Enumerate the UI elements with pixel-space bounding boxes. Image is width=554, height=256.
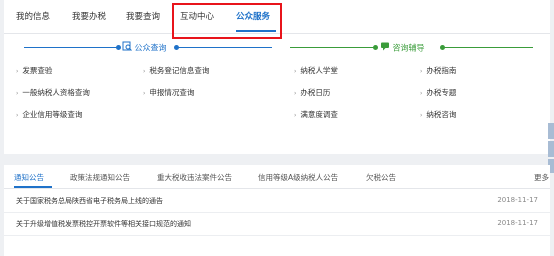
notice-tabs: 通知公告 政策法规通知公告 重大税收违法案件公告 信用等级A级纳税人公告 欠税公… bbox=[4, 165, 550, 189]
link-tax-calendar[interactable]: › 办税日历 bbox=[294, 87, 330, 99]
chevron-right-icon: › bbox=[16, 90, 19, 97]
consult-header: 咨询辅导 bbox=[380, 41, 425, 53]
link-general-taxpayer-query[interactable]: › 一般纳税人资格查询 bbox=[16, 87, 90, 99]
chevron-right-icon: › bbox=[143, 90, 146, 97]
consult-title: 咨询辅导 bbox=[392, 43, 425, 53]
active-tab-indicator bbox=[14, 186, 52, 188]
tab-violation-cases[interactable]: 重大税收违法案件公告 bbox=[157, 172, 232, 184]
divider-line bbox=[290, 47, 376, 48]
divider-line bbox=[24, 47, 119, 48]
link-tax-registration-query[interactable]: › 税务登记信息查询 bbox=[143, 65, 209, 77]
link-declaration-query[interactable]: › 申报情况查询 bbox=[143, 87, 194, 99]
divider-line bbox=[177, 47, 272, 48]
news-title[interactable]: 关于国家税务总局陕西省电子税务局上线的通告 bbox=[16, 196, 163, 206]
tab-a-level-taxpayers[interactable]: 信用等级A级纳税人公告 bbox=[258, 172, 338, 184]
public-query-title: 公众查询 bbox=[134, 43, 167, 53]
link-tax-topics[interactable]: › 办税专题 bbox=[420, 87, 456, 99]
tab-notices[interactable]: 通知公告 bbox=[14, 172, 44, 184]
chevron-right-icon: › bbox=[16, 68, 19, 75]
services-panel: 我的信息 我要办税 我要查询 互动中心 公众服务 公众查询 咨询辅导 › 发票查验… bbox=[4, 0, 550, 154]
tab-tax-arrears[interactable]: 欠税公告 bbox=[366, 172, 396, 184]
chevron-right-icon: › bbox=[420, 68, 423, 75]
side-float-tab[interactable] bbox=[548, 141, 554, 157]
more-link[interactable]: 更多 bbox=[534, 172, 549, 184]
chat-icon bbox=[380, 41, 390, 55]
news-row[interactable]: 关于国家税务总局陕西省电子税务局上线的通告 2018-11-17 bbox=[4, 191, 550, 213]
notice-panel: 通知公告 政策法规通知公告 重大税收违法案件公告 信用等级A级纳税人公告 欠税公… bbox=[4, 165, 550, 256]
news-date: 2018-11-17 bbox=[497, 196, 538, 204]
divider-line bbox=[443, 47, 533, 48]
highlight-annotation-box bbox=[172, 3, 282, 39]
tab-tax-handling[interactable]: 我要办税 bbox=[72, 10, 106, 24]
chevron-right-icon: › bbox=[143, 68, 146, 75]
news-date: 2018-11-17 bbox=[497, 219, 538, 227]
link-credit-rating-query[interactable]: › 企业信用等级查询 bbox=[16, 109, 82, 121]
search-doc-icon bbox=[122, 41, 132, 55]
chevron-right-icon: › bbox=[420, 90, 423, 97]
link-satisfaction-survey[interactable]: › 满意度调查 bbox=[294, 109, 338, 121]
news-row[interactable]: 关于升级增值税发票税控开票软件等相关接口规范的通知 2018-11-17 bbox=[4, 214, 550, 236]
news-title[interactable]: 关于升级增值税发票税控开票软件等相关接口规范的通知 bbox=[16, 219, 191, 229]
side-float-tab[interactable] bbox=[548, 123, 554, 139]
link-invoice-verification[interactable]: › 发票查验 bbox=[16, 65, 52, 77]
tab-policy-notices[interactable]: 政策法规通知公告 bbox=[70, 172, 130, 184]
tab-query[interactable]: 我要查询 bbox=[126, 10, 160, 24]
public-query-header: 公众查询 bbox=[122, 41, 167, 53]
chevron-right-icon: › bbox=[294, 90, 297, 97]
divider-dot bbox=[116, 45, 121, 50]
chevron-right-icon: › bbox=[420, 112, 423, 119]
divider-dot bbox=[373, 45, 378, 50]
chevron-right-icon: › bbox=[16, 112, 19, 119]
tab-my-info[interactable]: 我的信息 bbox=[16, 10, 50, 24]
link-tax-guide[interactable]: › 办税指南 bbox=[420, 65, 456, 77]
chevron-right-icon: › bbox=[294, 112, 297, 119]
link-tax-consulting[interactable]: › 纳税咨询 bbox=[420, 109, 456, 121]
link-taxpayer-school[interactable]: › 纳税人学堂 bbox=[294, 65, 338, 77]
chevron-right-icon: › bbox=[294, 68, 297, 75]
